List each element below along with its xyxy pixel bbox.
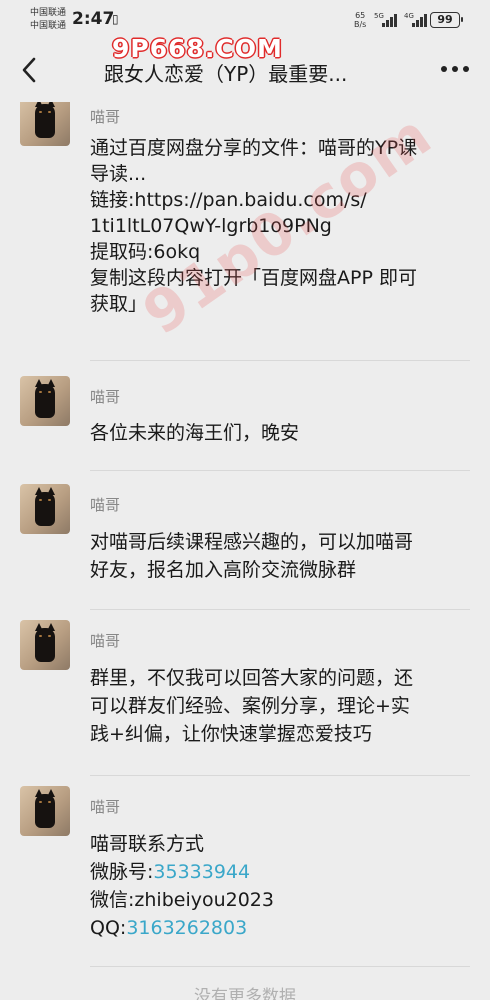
sender-name[interactable]: 喵哥	[90, 106, 120, 127]
more-options-button[interactable]	[441, 66, 469, 72]
message-line: 通过百度网盘分享的文件：喵哥的YP课	[90, 137, 418, 159]
message-line: 对喵哥后续课程感兴趣的，可以加喵哥	[90, 531, 414, 553]
message-text[interactable]: 各位未来的海王们，晚安	[90, 420, 470, 446]
carrier-2: 中国联通	[30, 21, 67, 31]
network-speed: 65 B/s	[354, 11, 366, 29]
avatar[interactable]	[20, 102, 70, 146]
sender-name[interactable]: 喵哥	[90, 386, 120, 407]
message-line: 各位未来的海王们，晚安	[90, 422, 300, 444]
signal-icon	[382, 13, 397, 27]
contact-label: QQ:	[90, 917, 127, 939]
avatar[interactable]	[20, 786, 70, 836]
signal-icon-2	[412, 13, 427, 27]
sender-name[interactable]: 喵哥	[90, 494, 120, 515]
divider	[90, 470, 470, 471]
message-text[interactable]: 喵哥联系方式 微脉号:35333944 微信:zhibeiyou2023 QQ:…	[90, 830, 470, 942]
qq-link[interactable]: 3163262803	[126, 917, 247, 939]
no-more-data-label: 没有更多数据	[194, 987, 296, 1000]
carrier-names: 中国联通 中国联通	[30, 7, 66, 33]
message-line: 导读...	[90, 163, 147, 185]
phone-link[interactable]: 35333944	[153, 861, 250, 883]
avatar[interactable]	[20, 376, 70, 426]
divider	[90, 609, 470, 610]
message-line: QQ:3163262803	[90, 914, 470, 942]
message-feed[interactable]: 喵哥 通过百度网盘分享的文件：喵哥的YP课 导读... 链接:https://p…	[0, 102, 490, 1000]
message-line: 微信:zhibeiyou2023	[90, 889, 274, 911]
back-button[interactable]	[16, 55, 44, 85]
message-line: 微脉号:35333944	[90, 858, 470, 886]
vibrate-icon: ▯	[112, 12, 119, 26]
sender-name[interactable]: 喵哥	[90, 796, 120, 817]
battery-icon: 99	[430, 12, 463, 28]
divider	[90, 360, 470, 361]
message-line: 提取码:6okq	[90, 241, 201, 263]
message-line: 好友，报名加入高阶交流微脉群	[90, 559, 357, 581]
message-line: 复制这段内容打开「百度网盘APP 即可	[90, 267, 417, 289]
sender-name[interactable]: 喵哥	[90, 630, 120, 651]
more-dot-icon	[463, 66, 469, 72]
contact-label: 微脉号:	[90, 861, 154, 883]
message-line: 获取」	[90, 293, 148, 315]
message-line: 可以群友们经验、案例分享，理论+实	[90, 695, 410, 717]
message-line: 喵哥联系方式	[90, 833, 205, 855]
message-line: 践+纠偏，让你快速掌握恋爱技巧	[90, 723, 372, 745]
carrier-1: 中国联通	[30, 8, 67, 18]
message-text[interactable]: 群里，不仅我可以回答大家的问题，还 可以群友们经验、案例分享，理论+实 践+纠偏…	[90, 664, 470, 748]
avatar[interactable]	[20, 484, 70, 534]
net-speed-value: 65	[355, 11, 366, 20]
status-time: 2:47	[72, 9, 115, 29]
chevron-left-icon	[22, 57, 36, 83]
message-line: 1ti1ltL07QwY-lgrb1o9PNg	[90, 215, 332, 237]
net-speed-unit: B/s	[354, 20, 367, 29]
avatar[interactable]	[20, 620, 70, 670]
message-line: 链接:https://pan.baidu.com/s/	[90, 189, 367, 211]
message-text[interactable]: 通过百度网盘分享的文件：喵哥的YP课 导读... 链接:https://pan.…	[90, 135, 470, 317]
divider	[90, 966, 470, 967]
message-text[interactable]: 对喵哥后续课程感兴趣的，可以加喵哥 好友，报名加入高阶交流微脉群	[90, 528, 470, 584]
more-dot-icon	[452, 66, 458, 72]
more-dot-icon	[441, 66, 447, 72]
message-line: 群里，不仅我可以回答大家的问题，还	[90, 667, 414, 689]
divider	[90, 775, 470, 776]
site-watermark: 9P668.COM	[112, 34, 283, 63]
